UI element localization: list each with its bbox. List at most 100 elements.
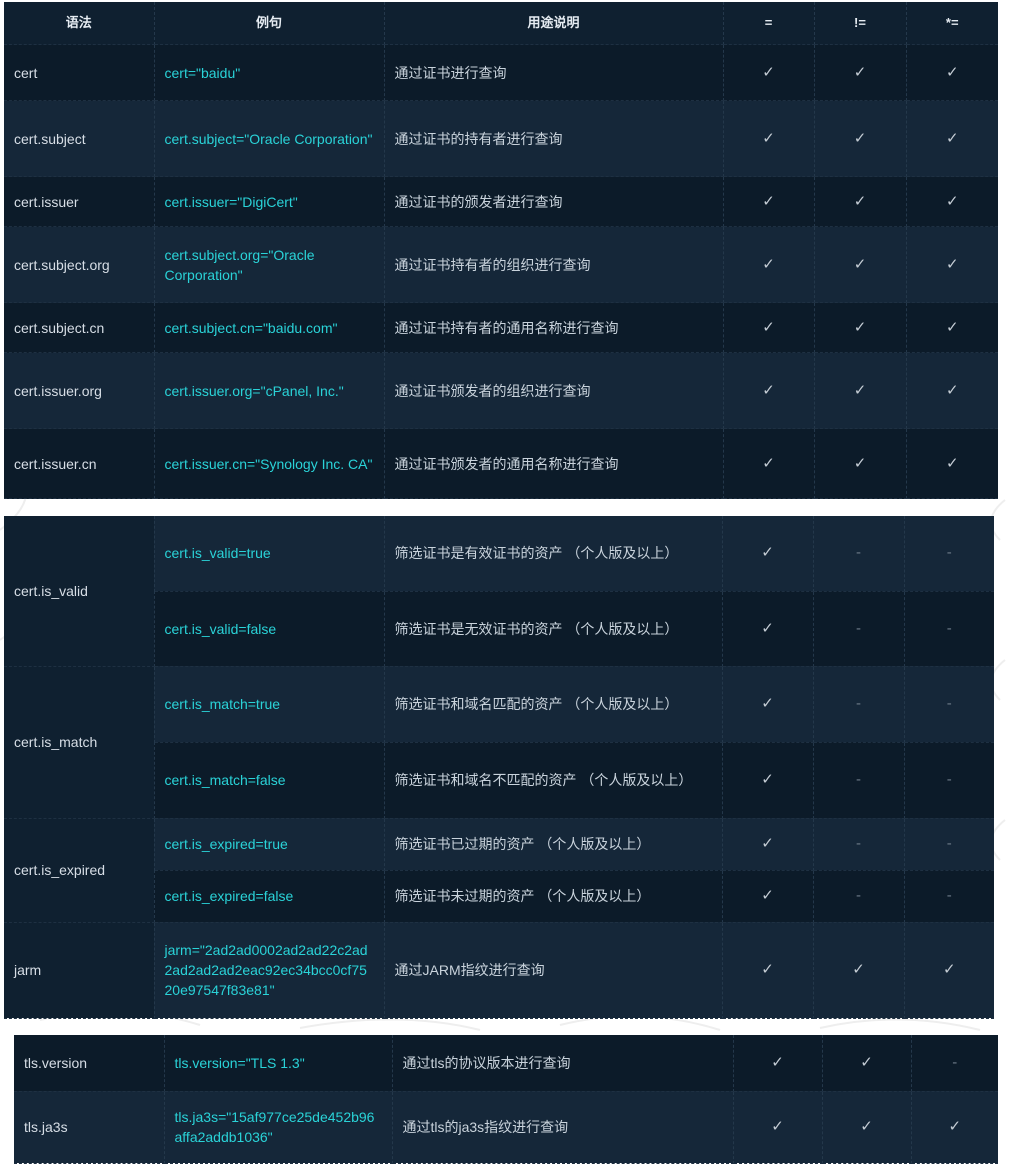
check-icon: ✓ — [733, 1035, 823, 1092]
check-icon: ✓ — [814, 176, 907, 227]
dash-icon: - — [904, 516, 994, 592]
description-cell: 通过tls的ja3s指纹进行查询 — [392, 1091, 734, 1164]
table-row: cert.is_valid cert.is_valid=true 筛选证书是有效… — [4, 516, 994, 667]
description-cell: 筛选证书和域名匹配的资产 （个人版及以上） — [384, 666, 723, 743]
table-row: jarm jarm="2ad2ad0002ad2ad22c2ad2ad2ad2a… — [4, 922, 994, 1019]
description-cell: 通过证书颁发者的组织进行查询 — [384, 352, 724, 429]
table-row: cert.issuer cert.issuer="DigiCert" 通过证书的… — [4, 176, 998, 227]
description-cell: 筛选证书已过期的资产 （个人版及以上） — [384, 818, 723, 871]
header-neq: != — [814, 2, 907, 45]
example-cell: cert.is_valid=false — [154, 591, 385, 667]
dash-icon: - — [813, 818, 905, 871]
header-eq: = — [723, 2, 815, 45]
check-icon: ✓ — [722, 666, 814, 743]
example-cell: cert.is_expired=false — [154, 870, 385, 923]
dash-icon: - — [904, 742, 994, 819]
table-row: tls.ja3s tls.ja3s="15af977ce25de452b96af… — [14, 1091, 998, 1164]
check-icon: ✓ — [906, 100, 998, 177]
syntax-cell: jarm — [4, 922, 155, 1019]
description-cell: 通过证书进行查询 — [384, 44, 724, 101]
syntax-cell: cert.issuer — [4, 176, 155, 227]
check-icon: ✓ — [906, 352, 998, 429]
check-icon: ✓ — [723, 44, 815, 101]
table-row: tls.version tls.version="TLS 1.3" 通过tls的… — [14, 1035, 998, 1092]
check-icon: ✓ — [906, 226, 998, 303]
example-cell: cert.subject="Oracle Corporation" — [154, 100, 385, 177]
header-description: 用途说明 — [384, 2, 724, 45]
table-row: cert.is_expired cert.is_expired=true 筛选证… — [4, 818, 994, 923]
check-icon: ✓ — [723, 302, 815, 353]
check-icon: ✓ — [906, 302, 998, 353]
check-icon: ✓ — [723, 352, 815, 429]
description-cell: 筛选证书未过期的资产 （个人版及以上） — [384, 870, 723, 923]
description-cell: 通过证书的颁发者进行查询 — [384, 176, 724, 227]
dash-icon: - — [813, 591, 905, 667]
dash-icon: - — [904, 666, 994, 743]
cert-status-table: cert.is_valid cert.is_valid=true 筛选证书是有效… — [4, 516, 994, 1019]
check-icon: ✓ — [906, 176, 998, 227]
check-icon: ✓ — [906, 44, 998, 101]
example-cell: cert.subject.cn="baidu.com" — [154, 302, 385, 353]
syntax-cell: cert.is_match — [4, 666, 155, 819]
example-cell: cert.subject.org="Oracle Corporation" — [154, 226, 385, 303]
check-icon: ✓ — [723, 176, 815, 227]
header-syntax: 语法 — [4, 2, 155, 45]
description-cell: 通过证书持有者的通用名称进行查询 — [384, 302, 724, 353]
syntax-cell: tls.ja3s — [14, 1091, 165, 1164]
syntax-cell: cert.subject — [4, 100, 155, 177]
check-icon: ✓ — [733, 1091, 823, 1164]
header-example: 例句 — [154, 2, 385, 45]
example-cell: cert.is_match=false — [154, 742, 385, 819]
check-icon: ✓ — [813, 922, 905, 1019]
example-cell: cert.issuer.org="cPanel, Inc." — [154, 352, 385, 429]
check-icon: ✓ — [814, 302, 907, 353]
example-cell: cert.issuer="DigiCert" — [154, 176, 385, 227]
check-icon: ✓ — [814, 100, 907, 177]
check-icon: ✓ — [822, 1035, 912, 1092]
table-row: cert cert="baidu" 通过证书进行查询 ✓ ✓ ✓ — [4, 44, 998, 101]
table-header-row: 语法 例句 用途说明 = != *= — [4, 2, 998, 45]
description-cell: 筛选证书是无效证书的资产 （个人版及以上） — [384, 591, 723, 667]
dash-icon: - — [813, 666, 905, 743]
description-cell: 通过JARM指纹进行查询 — [384, 922, 723, 1019]
syntax-cell: cert — [4, 44, 155, 101]
syntax-cell: cert.is_valid — [4, 516, 155, 667]
table-row: cert.subject cert.subject="Oracle Corpor… — [4, 100, 998, 177]
check-icon: ✓ — [722, 870, 814, 923]
description-cell: 筛选证书是有效证书的资产 （个人版及以上） — [384, 516, 723, 592]
syntax-cell: cert.is_expired — [4, 818, 155, 923]
syntax-cell: cert.issuer.cn — [4, 428, 155, 499]
check-icon: ✓ — [814, 428, 907, 499]
check-icon: ✓ — [723, 100, 815, 177]
tls-syntax-table: tls.version tls.version="TLS 1.3" 通过tls的… — [14, 1035, 998, 1164]
dash-icon: - — [813, 870, 905, 923]
dash-icon: - — [813, 742, 905, 819]
dash-icon: - — [911, 1035, 998, 1092]
example-cell: cert.issuer.cn="Synology Inc. CA" — [154, 428, 385, 499]
table-row: cert.issuer.org cert.issuer.org="cPanel,… — [4, 352, 998, 429]
dash-icon: - — [904, 818, 994, 871]
table-row: cert.subject.org cert.subject.org="Oracl… — [4, 226, 998, 303]
example-cell: jarm="2ad2ad0002ad2ad22c2ad2ad2ad2ad2eac… — [154, 922, 385, 1019]
check-icon: ✓ — [723, 226, 815, 303]
check-icon: ✓ — [911, 1091, 998, 1164]
check-icon: ✓ — [814, 44, 907, 101]
check-icon: ✓ — [722, 922, 814, 1019]
example-cell: tls.version="TLS 1.3" — [164, 1035, 393, 1092]
table-row: cert.is_match cert.is_match=true 筛选证书和域名… — [4, 666, 994, 819]
syntax-cell: cert.subject.cn — [4, 302, 155, 353]
description-cell: 通过tls的协议版本进行查询 — [392, 1035, 734, 1092]
header-contains: *= — [906, 2, 998, 45]
cert-syntax-table: 语法 例句 用途说明 = != *= cert cert="baidu" 通过证… — [4, 2, 998, 499]
dash-icon: - — [904, 870, 994, 923]
description-cell: 通过证书的持有者进行查询 — [384, 100, 724, 177]
table-row: cert.issuer.cn cert.issuer.cn="Synology … — [4, 428, 998, 499]
check-icon: ✓ — [722, 516, 814, 592]
example-cell: cert.is_valid=true — [154, 516, 385, 592]
dash-icon: - — [904, 591, 994, 667]
check-icon: ✓ — [722, 742, 814, 819]
example-cell: cert="baidu" — [154, 44, 385, 101]
example-cell: cert.is_match=true — [154, 666, 385, 743]
syntax-cell: tls.version — [14, 1035, 165, 1092]
table-row: cert.subject.cn cert.subject.cn="baidu.c… — [4, 302, 998, 353]
